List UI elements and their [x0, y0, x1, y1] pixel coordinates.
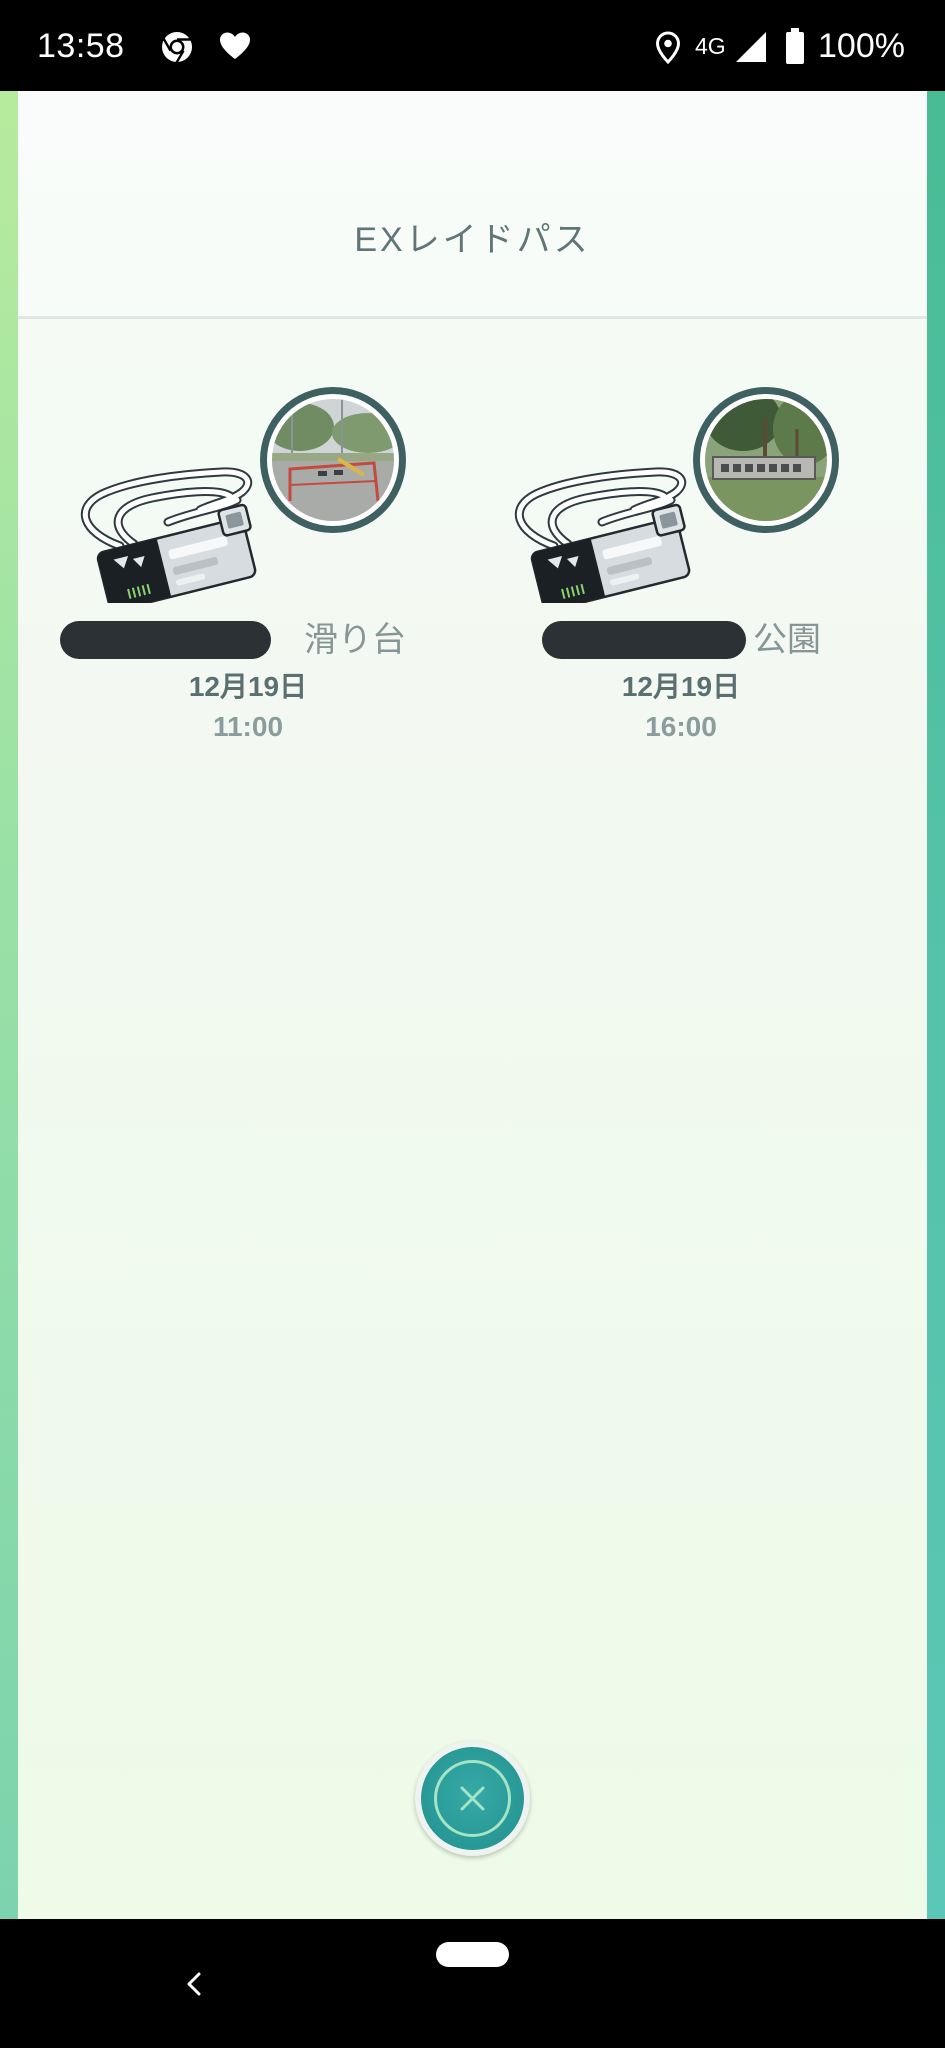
home-pill[interactable] [436, 1942, 509, 1967]
battery-icon [786, 28, 804, 64]
close-button[interactable] [415, 1741, 530, 1856]
pass-time: 11:00 [212, 711, 284, 742]
header-divider [18, 316, 927, 319]
ex-raid-pass-icon [72, 460, 268, 612]
pass-date: 12月19日 [621, 671, 741, 702]
right-edge-strip [927, 91, 945, 1919]
gym-name: 公園 [753, 621, 821, 659]
heart-icon [219, 31, 251, 61]
pass-card[interactable]: 公園 12月19日 16:00 [490, 381, 890, 751]
status-bar: 13:58 4G 100% [0, 0, 945, 91]
ex-raid-pass-panel: EXレイドパス 滑り台 12月19日 11:00 公園 12月19日 16:00 [18, 91, 927, 1919]
location-icon [654, 30, 682, 65]
pass-date: 12月19日 [188, 671, 308, 702]
gym-photo [272, 399, 394, 521]
gym-photo [705, 399, 827, 521]
system-nav-bar [0, 1919, 945, 2048]
left-edge-strip [0, 91, 18, 1919]
signal-icon [735, 31, 767, 63]
panel-header: EXレイドパス [18, 91, 927, 316]
battery-level: 100% [818, 27, 905, 65]
network-type: 4G [695, 33, 726, 59]
gym-photo-frame [260, 387, 406, 533]
close-icon [459, 1785, 486, 1812]
status-time: 13:58 [37, 27, 125, 65]
redacted-gym-name [542, 621, 746, 659]
redacted-gym-name [60, 621, 271, 659]
ex-raid-pass-icon [506, 460, 702, 612]
gym-photo-frame [693, 387, 839, 533]
pass-time: 16:00 [645, 711, 717, 742]
gym-name: 滑り台 [304, 621, 406, 659]
page-title: EXレイドパス [354, 221, 591, 259]
pass-card[interactable]: 滑り台 12月19日 11:00 [58, 381, 458, 751]
chrome-icon [160, 30, 194, 64]
back-icon[interactable] [180, 1966, 208, 2002]
